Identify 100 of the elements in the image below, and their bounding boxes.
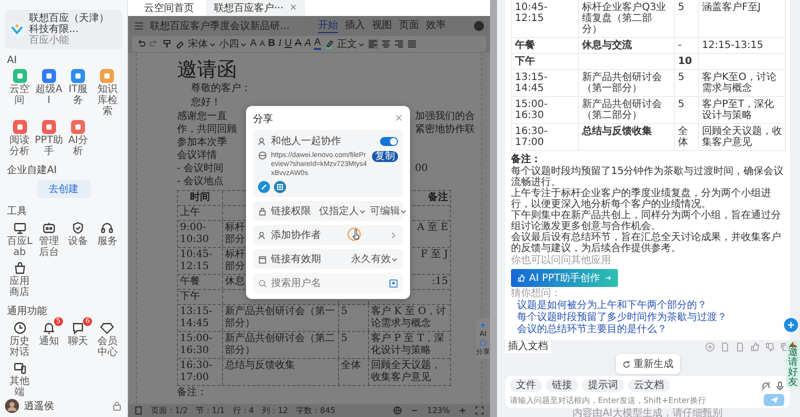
section-title: 企业自建AI bbox=[7, 164, 57, 177]
document-text: - 会议时间 bbox=[177, 162, 225, 175]
align-center-icon[interactable] bbox=[380, 39, 391, 49]
app-item[interactable]: PPT助手 bbox=[34, 120, 64, 157]
document-text: 作，共同回顾 bbox=[177, 123, 238, 136]
create-button[interactable]: 去创建 bbox=[36, 180, 90, 198]
format-button[interactable]: A bbox=[294, 38, 302, 50]
format-button[interactable]: A bbox=[314, 38, 321, 50]
input-chip[interactable]: 链接 bbox=[546, 379, 578, 392]
browser-tab[interactable]: 云空间首页 bbox=[136, 0, 202, 16]
org-card[interactable]: 联想百应（天津）科技有限... 百应小能 bbox=[5, 10, 122, 49]
permission-row[interactable]: 链接权限 仅指定人 可编辑 bbox=[253, 201, 403, 221]
app-item[interactable]: 阅读分析 bbox=[5, 120, 34, 157]
format-button[interactable]: A bbox=[304, 38, 312, 50]
tool-item[interactable]: 管理后台 bbox=[34, 221, 64, 258]
justify-icon[interactable] bbox=[406, 39, 417, 49]
add-collaborator-row[interactable]: 添加协作者 bbox=[253, 225, 403, 245]
align-right-icon[interactable] bbox=[394, 39, 404, 49]
app-item[interactable]: AI分析 bbox=[64, 120, 93, 157]
align-left-icon[interactable] bbox=[368, 39, 378, 49]
table-cell: 新产品共创研讨会（第一部分） bbox=[578, 70, 674, 96]
devices-icon bbox=[12, 361, 27, 375]
status-text: 字数：845 bbox=[296, 405, 336, 416]
invite-badge[interactable]: 邀请好友 bbox=[786, 340, 800, 388]
browser-tab[interactable]: 联想百应客户··· × bbox=[206, 0, 306, 16]
headset-icon bbox=[100, 221, 114, 235]
lock-icon[interactable] bbox=[112, 401, 122, 411]
chevron-down-icon bbox=[358, 40, 365, 48]
collaborate-label: 和他人一起协作 bbox=[271, 134, 341, 148]
eraser-icon[interactable] bbox=[175, 39, 185, 49]
tool-item[interactable]: 服务 bbox=[92, 221, 122, 258]
globe-icon[interactable] bbox=[393, 406, 402, 415]
format-painter-icon[interactable] bbox=[162, 39, 172, 49]
undo-icon[interactable] bbox=[136, 39, 146, 49]
style-dropdown[interactable]: 正文 bbox=[336, 37, 365, 51]
app-item[interactable]: IT服务 bbox=[64, 69, 93, 117]
link-icon[interactable] bbox=[258, 181, 270, 193]
qr-code-icon[interactable] bbox=[274, 181, 286, 193]
font-dropdown[interactable]: 宋体 bbox=[188, 37, 216, 51]
contacts-icon[interactable] bbox=[389, 278, 398, 288]
input-chip[interactable]: 云文档 bbox=[628, 379, 670, 392]
collaborate-toggle[interactable] bbox=[380, 136, 398, 146]
thumbs-down-icon[interactable] bbox=[765, 342, 775, 352]
monitor-icon bbox=[12, 221, 27, 235]
format-button[interactable]: I bbox=[278, 38, 282, 50]
highlighter-icon[interactable] bbox=[324, 39, 334, 49]
input-chip[interactable]: 文件 bbox=[510, 379, 542, 392]
table-cell-text: 午餐 bbox=[514, 38, 536, 53]
add-icon[interactable] bbox=[705, 342, 715, 352]
notes-paragraph: 每个议题时段均预留了15分钟作为茶歇与过渡时间，确保会议流畅进行。 bbox=[511, 166, 784, 188]
fit-icon[interactable] bbox=[475, 406, 484, 415]
suggested-question[interactable]: 议题是如何被分为上午和下午两个部分的？ bbox=[517, 300, 707, 312]
dialog-title: 分享 bbox=[253, 112, 273, 126]
table-cell: 回顾全天议题，收集客户意见 bbox=[698, 124, 785, 150]
zoom-in-icon[interactable] bbox=[458, 406, 467, 415]
validity-row[interactable]: 链接有效期 永久有效 bbox=[253, 249, 403, 269]
avatar-icon[interactable] bbox=[5, 399, 19, 413]
feature-item[interactable]: 其他端 bbox=[5, 361, 34, 398]
format-button[interactable]: A bbox=[250, 38, 257, 50]
validity-label: 链接有效期 bbox=[271, 252, 321, 266]
thumbs-up-icon[interactable] bbox=[750, 342, 760, 352]
table-cell: 客户P至T，深化设计与策略 bbox=[698, 97, 785, 123]
suggested-question[interactable]: 会议的总结环节主要目的是什么？ bbox=[517, 324, 667, 336]
format-button[interactable]: U bbox=[284, 38, 292, 50]
tool-item[interactable]: 设备 bbox=[64, 221, 93, 258]
feature-item[interactable]: 会员中心 bbox=[92, 321, 122, 358]
app-item[interactable]: 云空间 bbox=[5, 69, 34, 117]
bell-icon bbox=[42, 321, 56, 335]
calendar-icon bbox=[258, 254, 267, 264]
regenerate-button[interactable]: 重新生成 bbox=[616, 354, 680, 374]
menu-icon[interactable] bbox=[134, 20, 144, 30]
add-collaborator-label: 添加协作者 bbox=[271, 228, 321, 242]
app-item[interactable]: 超级AI bbox=[34, 69, 64, 117]
table-cell-text: 时间 bbox=[189, 191, 211, 205]
org-name: 联想百应（天津）科技有限... bbox=[29, 13, 110, 35]
size-dropdown[interactable]: 小四 bbox=[219, 37, 247, 51]
suggested-question[interactable]: 每个议题时段预留了多少时间作为茶歇与过渡？ bbox=[517, 312, 727, 324]
table-cell: 新产品共创研讨会（第二部分） bbox=[578, 97, 674, 123]
feature-item[interactable]: 历史对话 bbox=[5, 321, 34, 358]
tool-item[interactable]: 应用商店 bbox=[5, 261, 34, 298]
redo-icon[interactable] bbox=[149, 39, 159, 49]
copy-button[interactable]: 复制 bbox=[372, 151, 398, 162]
notes-paragraph: 下午则集中在新产品共创上，同样分为两个小组，旨在通过分组讨论激发更多创意与合作机会。 bbox=[511, 210, 782, 232]
table-cell: 客户K至O，讨论需求与概念 bbox=[698, 70, 785, 96]
app-item[interactable]: 知识库检索 bbox=[92, 69, 122, 117]
format-button[interactable]: B bbox=[268, 38, 276, 50]
format-button[interactable]: A bbox=[260, 38, 266, 50]
scope-dropdown[interactable]: 仅指定人 bbox=[319, 204, 366, 218]
chevron-right-icon bbox=[389, 230, 398, 240]
microphone-icon[interactable] bbox=[775, 380, 785, 390]
headphones-icon[interactable] bbox=[761, 380, 771, 390]
document-text: 备注： bbox=[177, 386, 207, 400]
add-button[interactable] bbox=[784, 318, 798, 332]
insert-document-button[interactable]: 插入文档 bbox=[505, 341, 551, 353]
input-chip[interactable]: 提示词 bbox=[582, 379, 624, 392]
close-icon[interactable]: × bbox=[290, 3, 298, 13]
mascot-icon bbox=[787, 340, 799, 348]
chevron-down-icon bbox=[400, 208, 407, 214]
tool-item[interactable]: 百应Lab bbox=[5, 221, 34, 258]
table-cell: 5 bbox=[674, 70, 698, 96]
